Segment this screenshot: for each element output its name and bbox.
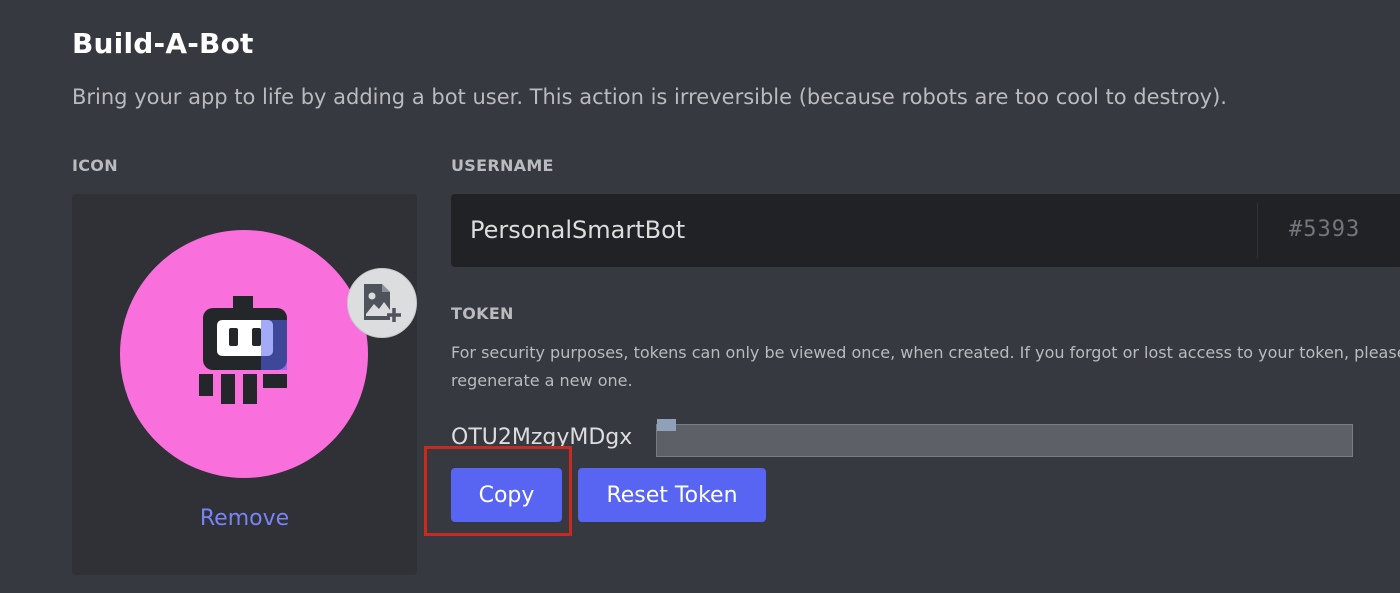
image-add-icon [364, 284, 401, 322]
field-divider [1257, 203, 1258, 258]
username-input[interactable]: PersonalSmartBot [470, 216, 685, 244]
section-title: Build-A-Bot [72, 27, 254, 60]
token-help-text: For security purposes, tokens can only b… [451, 343, 1400, 390]
reset-token-button[interactable]: Reset Token [578, 468, 766, 522]
bot-avatar[interactable] [120, 230, 417, 478]
token-value: OTU2MzgyMDgx [451, 425, 633, 450]
selection-handle [657, 419, 676, 431]
icon-label: ICON [72, 156, 118, 175]
username-label: USERNAME [451, 156, 554, 175]
remove-avatar-link[interactable]: Remove [72, 506, 417, 531]
discriminator: #5393 [1289, 217, 1361, 242]
upload-image-button[interactable] [347, 268, 417, 338]
token-redaction [656, 424, 1353, 457]
robot-icon [199, 296, 287, 404]
icon-card: Remove [72, 194, 417, 575]
token-label: TOKEN [451, 304, 514, 323]
section-description: Bring your app to life by adding a bot u… [72, 85, 1227, 109]
copy-button[interactable]: Copy [451, 468, 562, 522]
build-a-bot-page: Build-A-Bot Bring your app to life by ad… [0, 0, 1400, 593]
username-field[interactable]: PersonalSmartBot #5393 [451, 194, 1400, 267]
